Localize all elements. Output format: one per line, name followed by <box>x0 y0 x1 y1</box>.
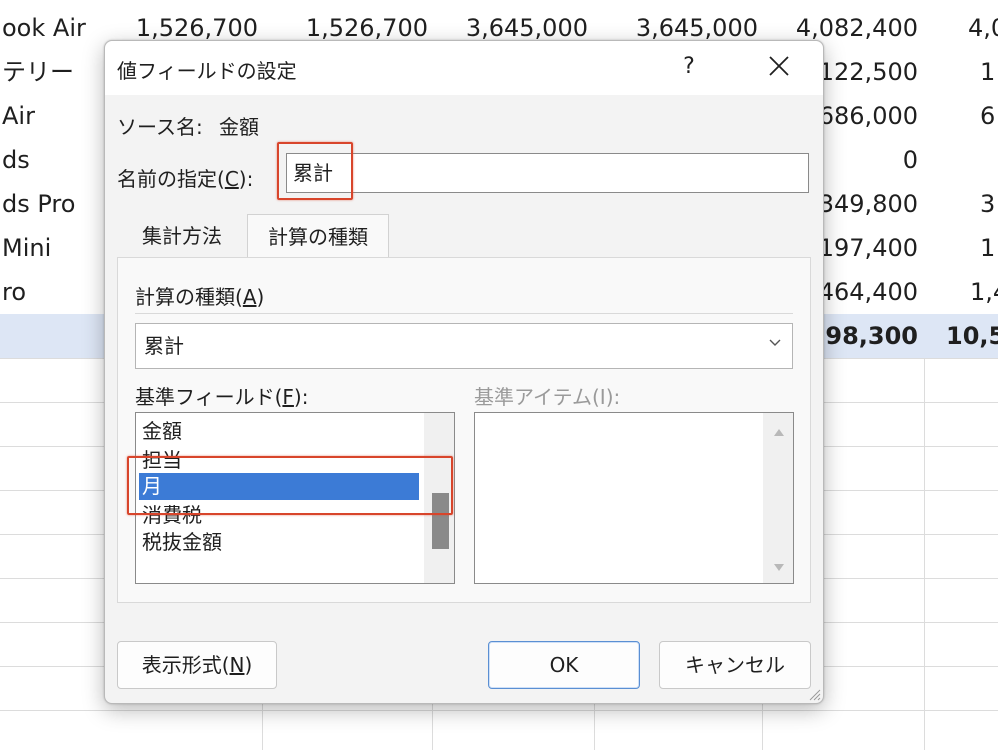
grid-line <box>762 702 763 750</box>
sheet-total-cell[interactable]: 10,5 <box>946 314 998 358</box>
list-item[interactable]: 税抜金額 <box>142 529 222 556</box>
calc-type-accesskey: A <box>242 285 257 309</box>
highlight-annotation <box>277 142 353 200</box>
grid-line <box>262 702 263 750</box>
base-field-label: 基準フィールド(F): <box>135 381 308 410</box>
grid-line <box>924 358 925 750</box>
base-item-label: 基準アイテム(I): <box>474 385 621 409</box>
calc-type-label-end: ) <box>256 285 265 309</box>
calc-type-selected-value: 累計 <box>144 334 184 358</box>
custom-name-label: 名前の指定(C): <box>117 163 253 192</box>
base-field-label-end: ): <box>293 385 309 409</box>
tab-summarize-by[interactable]: 集計方法 <box>117 214 247 258</box>
close-button[interactable] <box>759 49 799 85</box>
sheet-cell[interactable]: ook Air <box>2 6 86 50</box>
custom-name-accesskey: C <box>224 167 239 191</box>
help-button[interactable]: ? <box>671 49 707 85</box>
cancel-button[interactable]: キャンセル <box>659 641 811 689</box>
list-item[interactable]: 金額 <box>142 418 182 445</box>
sheet-cell[interactable]: ds Pro <box>2 182 75 226</box>
resize-grip-icon[interactable] <box>807 687 821 701</box>
grid-line <box>0 710 998 711</box>
ok-button[interactable]: OK <box>488 641 640 689</box>
calc-type-label: 計算の種類(A) <box>135 281 264 310</box>
base-item-scrollbar[interactable] <box>763 413 793 583</box>
sheet-cell[interactable]: 1,4 <box>970 270 998 314</box>
dialog-titlebar[interactable]: 値フィールドの設定 ? <box>105 41 823 95</box>
base-field-label-text: 基準フィールド( <box>135 385 283 409</box>
source-name-value: 金額 <box>219 115 259 139</box>
sheet-cell[interactable]: ds <box>2 138 30 182</box>
number-format-label-end: ) <box>244 653 253 677</box>
sheet-cell[interactable]: ro <box>2 270 26 314</box>
grid-line <box>432 702 433 750</box>
highlight-annotation <box>127 456 453 515</box>
base-item-list[interactable] <box>474 412 794 584</box>
sheet-cell[interactable]: 4,0 <box>968 6 998 50</box>
base-field-accesskey: F <box>282 385 294 409</box>
dialog-title: 値フィールドの設定 <box>117 59 297 83</box>
grid-line <box>594 702 595 750</box>
custom-name-label-end: ): <box>238 167 254 191</box>
chevron-down-icon <box>769 339 781 346</box>
value-field-settings-dialog: 値フィールドの設定 ? ソース名: 金額 名前の指定(C): 累計 集計方法 計… <box>104 40 824 704</box>
tab-show-values-as[interactable]: 計算の種類 <box>247 214 389 259</box>
sheet-cell[interactable]: 6 <box>980 94 995 138</box>
number-format-label: 表示形式( <box>141 653 230 677</box>
sheet-cell[interactable]: Mini <box>2 226 51 270</box>
sheet-cell[interactable]: 1 <box>980 50 995 94</box>
number-format-accesskey: N <box>229 653 245 677</box>
sheet-cell[interactable]: Air <box>2 94 35 138</box>
custom-name-label-text: 名前の指定( <box>117 167 225 191</box>
sheet-cell[interactable]: テリー <box>2 50 74 94</box>
number-format-button[interactable]: 表示形式(N) <box>117 641 277 689</box>
calc-type-label-text: 計算の種類( <box>135 285 243 309</box>
scroll-up-icon[interactable] <box>774 429 784 436</box>
sheet-cell[interactable]: 3 <box>980 182 995 226</box>
close-icon <box>769 56 789 76</box>
divider <box>135 313 793 314</box>
custom-name-input[interactable]: 累計 <box>286 153 809 193</box>
calc-type-select[interactable]: 累計 <box>135 323 793 369</box>
source-name-label: ソース名: <box>117 115 203 139</box>
scroll-down-icon[interactable] <box>774 564 784 571</box>
sheet-cell[interactable]: 1 <box>980 226 995 270</box>
